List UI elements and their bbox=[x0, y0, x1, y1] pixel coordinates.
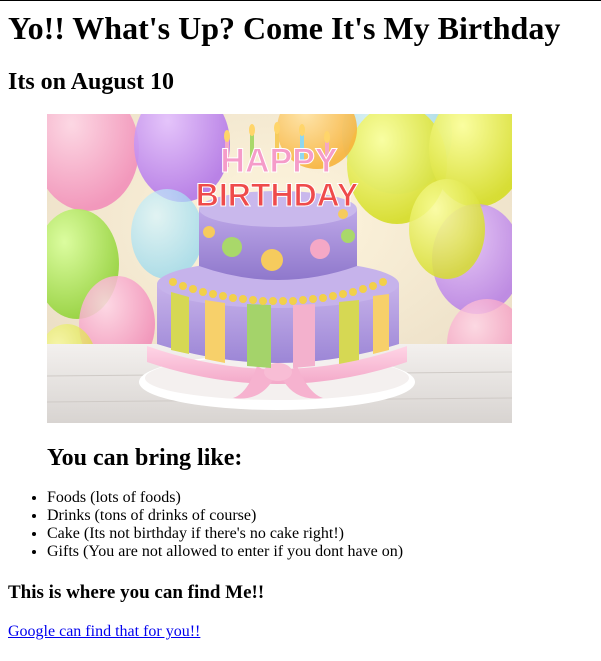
cake-text-happy: HAPPY bbox=[220, 142, 337, 180]
list-item: Gifts (You are not allowed to enter if y… bbox=[47, 543, 403, 561]
list-item: Drinks (tons of drinks of course) bbox=[47, 507, 403, 525]
event-date-heading: Its on August 10 bbox=[8, 69, 175, 95]
location-heading: This is where you can find Me!! bbox=[8, 582, 265, 603]
top-border bbox=[0, 0, 601, 1]
cake-text-birthday: BIRTHDAY bbox=[196, 177, 358, 213]
bring-list: Foods (lots of foods) Drinks (tons of dr… bbox=[0, 489, 403, 561]
list-item: Foods (lots of foods) bbox=[47, 489, 403, 507]
google-link[interactable]: Google can find that for you!! bbox=[8, 623, 200, 641]
list-item: Cake (Its not birthday if there's no cak… bbox=[47, 525, 403, 543]
bring-heading: You can bring like: bbox=[47, 445, 243, 471]
birthday-cake-image: HAPPY BIRTHDAY bbox=[47, 114, 512, 423]
page-title: Yo!! What's Up? Come It's My Birthday bbox=[8, 10, 561, 46]
